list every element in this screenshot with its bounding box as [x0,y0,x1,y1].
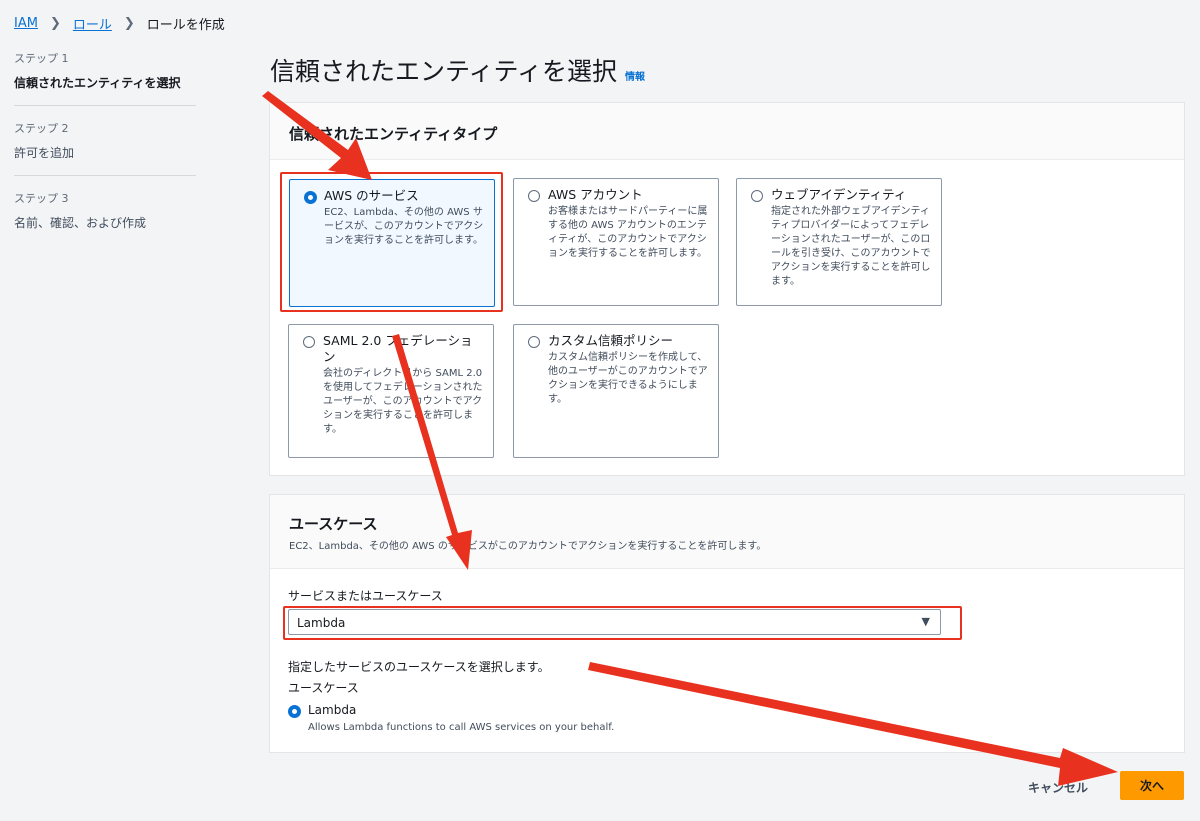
annotation-highlight-box [283,606,962,640]
step-label: 信頼されたエンティティを選択 [14,76,181,90]
step-3: ステップ 3 名前、確認、および作成 [14,190,196,245]
option-title: AWS アカウント [548,187,643,202]
radio-icon[interactable] [528,336,540,348]
step-label: 名前、確認、および作成 [14,216,147,230]
entity-option-saml-federation[interactable]: SAML 2.0 フェデレーション 会社のディレクトリから SAML 2.0 を… [288,324,494,458]
option-description: カスタム信頼ポリシーを作成して、他のユーザーがこのアカウントでアクションを実行で… [548,352,708,405]
option-title: カスタム信頼ポリシー [548,333,674,348]
option-description: Allows Lambda functions to call AWS serv… [308,722,615,733]
radio-icon[interactable] [528,190,540,202]
breadcrumb-iam-link[interactable]: IAM [14,16,38,31]
entity-option-custom-trust-policy[interactable]: カスタム信頼ポリシー カスタム信頼ポリシーを作成して、他のユーザーがこのアカウン… [513,324,719,458]
panel-header: ユースケース EC2、Lambda、その他の AWS のサービスがこのアカウント… [270,495,1184,569]
entity-option-aws-account[interactable]: AWS アカウント お客様またはサードパーティーに属する他の AWS アカウント… [513,178,719,306]
radio-icon[interactable] [303,336,315,348]
radio-icon[interactable] [751,190,763,202]
service-field-label: サービスまたはユースケース [288,589,443,603]
panel-title: ユースケース [289,515,378,533]
step-2: ステップ 2 許可を追加 [14,120,196,176]
entity-option-web-identity[interactable]: ウェブアイデンティティ 指定された外部ウェブアイデンティティプロバイダーによって… [736,178,942,306]
step-label: 許可を追加 [14,146,75,160]
breadcrumb-current: ロールを作成 [146,18,225,33]
step-1: ステップ 1 信頼されたエンティティを選択 [14,50,196,106]
option-label: Lambda [308,703,357,717]
option-title: SAML 2.0 フェデレーション [323,333,473,364]
breadcrumb: IAM ❯ ロール ❯ ロールを作成 [14,14,225,33]
use-case-label: ユースケース [288,681,359,695]
annotation-highlight-box [280,172,503,312]
option-description: お客様またはサードパーティーに属する他の AWS アカウントのエンティティが、こ… [548,206,708,259]
radio-selected-icon[interactable] [288,705,301,718]
option-description: 会社のディレクトリから SAML 2.0 を使用してフェデレーションされたユーザ… [323,368,483,435]
step-number: ステップ 2 [14,122,69,135]
step-number: ステップ 1 [14,52,69,65]
step-number: ステップ 3 [14,192,69,205]
chevron-right-icon: ❯ [123,16,135,31]
select-use-case-hint: 指定したサービスのユースケースを選択します。 [288,660,550,674]
panel-title: 信頼されたエンティティタイプ [289,125,498,143]
breadcrumb-roles-link[interactable]: ロール [73,14,112,33]
option-title: ウェブアイデンティティ [771,187,907,202]
panel-header: 信頼されたエンティティタイプ [270,103,1184,160]
option-description: 指定された外部ウェブアイデンティティプロバイダーによってフェデレーションされたユ… [771,206,931,287]
info-link[interactable]: 情報 [625,68,645,83]
cancel-button[interactable]: キャンセル [1020,775,1096,800]
next-button[interactable]: 次へ [1120,771,1184,800]
chevron-right-icon: ❯ [49,16,61,31]
page-title-text: 信頼されたエンティティを選択 [270,57,618,86]
panel-description: EC2、Lambda、その他の AWS のサービスがこのアカウントでアクションを… [289,541,767,552]
page-title: 信頼されたエンティティを選択 情報 [270,52,645,88]
step-navigation: ステップ 1 信頼されたエンティティを選択 ステップ 2 許可を追加 ステップ … [14,50,196,259]
